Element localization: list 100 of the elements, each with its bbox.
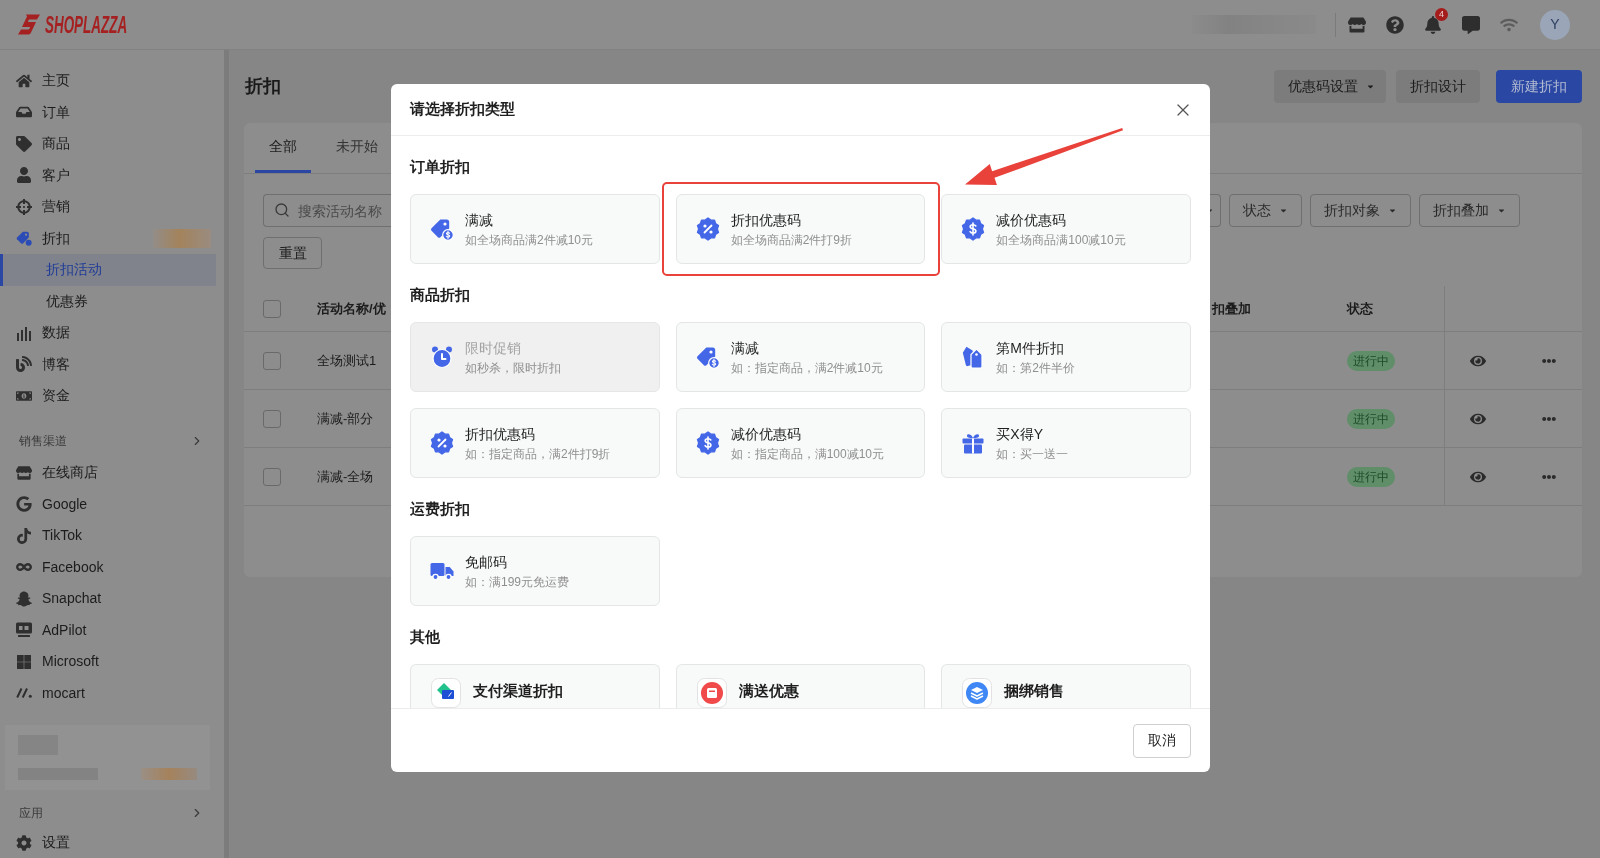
discount-type-card[interactable]: 折扣优惠码 如全场商品满2件打9折	[675, 194, 926, 264]
option-description: 如：指定商品，满100减10元	[730, 445, 885, 463]
option-description: 如全场商品满100减10元	[996, 231, 1126, 249]
option-description: 如：买一送一	[996, 445, 1069, 463]
option-description: 如：第2件半价	[996, 359, 1075, 377]
sidebar-item[interactable]: 商品	[0, 128, 216, 160]
settings-icon	[16, 834, 32, 851]
discount-type-card[interactable]: 捆绑销售	[941, 664, 1191, 708]
discount-type-card[interactable]: 减价优惠码 如：指定商品，满100减10元	[675, 408, 926, 478]
sidebar-item[interactable]: Microsoft	[0, 646, 216, 678]
option-title: 支付渠道折扣	[473, 681, 563, 701]
column-header: 扣叠加	[1212, 299, 1251, 318]
option-description: 如：指定商品，满2件减10元	[730, 359, 883, 377]
sidebar-item[interactable]: 客户	[0, 159, 216, 191]
sidebar-item[interactable]: 订单	[0, 96, 216, 128]
gift-icon	[961, 431, 986, 455]
filter-dropdown[interactable]: 折扣叠加	[1419, 194, 1520, 227]
sidebar-item[interactable]: mocart	[0, 677, 216, 709]
discount-type-card[interactable]: 买X得Y 如：买一送一	[941, 408, 1191, 478]
tab[interactable]: 全部	[255, 123, 311, 173]
sidebar-item[interactable]: 设置	[0, 828, 216, 857]
discount-type-card[interactable]: 减价优惠码 如全场商品满100减10元	[941, 194, 1191, 264]
letter-g-icon	[16, 496, 32, 513]
logo-icon[interactable]	[18, 14, 40, 35]
checkbox[interactable]	[263, 467, 281, 486]
sidebar-item[interactable]: AdPilot	[0, 614, 216, 646]
section-title: 订单折扣	[410, 157, 470, 177]
dialog-title: 请选择折扣类型	[410, 99, 515, 120]
music-note-icon	[16, 527, 32, 544]
discount-type-card[interactable]: 免邮码 如：满199元免运费	[410, 536, 660, 606]
sidebar-item[interactable]: 资金	[0, 380, 216, 412]
crosshair-icon	[16, 198, 32, 215]
sidebar-item[interactable]: 折扣	[0, 222, 216, 254]
bell-icon[interactable]	[1424, 15, 1442, 34]
discount-type-card[interactable]: 支付渠道折扣	[410, 664, 660, 708]
checkbox[interactable]	[263, 299, 281, 318]
tag-icon	[16, 135, 32, 152]
sidebar-item[interactable]: 数据	[0, 317, 216, 349]
action-button[interactable]: 折扣设计	[1396, 70, 1480, 103]
section-title: 运费折扣	[410, 499, 470, 519]
percent-badge-icon	[695, 217, 720, 241]
sidebar-item[interactable]: 营销	[0, 191, 216, 223]
tab[interactable]: 未开始	[322, 123, 392, 173]
discount-type-card[interactable]: 满送优惠	[675, 664, 926, 708]
option-title: 满减	[465, 210, 494, 230]
checkbox[interactable]	[263, 409, 281, 428]
section-header[interactable]: 销售渠道	[0, 425, 216, 457]
status-badge: 进行中	[1347, 350, 1395, 371]
four-squares-icon	[16, 653, 32, 670]
ghost-icon	[16, 590, 32, 607]
column-header: 状态	[1347, 299, 1373, 318]
bar-chart-icon	[16, 324, 32, 341]
sidebar-item[interactable]: Facebook	[0, 551, 216, 583]
filter-dropdown[interactable]: 状态	[1229, 194, 1302, 227]
sidebar-item[interactable]: 博客	[0, 348, 216, 380]
option-title: 满减	[730, 338, 760, 358]
sidebar-item[interactable]: 主页	[0, 65, 216, 97]
search-field[interactable]: 搜索活动名称	[263, 194, 391, 227]
section-title: 其他	[410, 627, 440, 647]
section-title: 商品折扣	[410, 285, 470, 305]
dollar-tag-icon	[695, 345, 720, 369]
alarm-clock-icon	[430, 345, 454, 369]
sidebar-item[interactable]: 在线商店	[0, 457, 216, 489]
help-icon[interactable]	[1386, 15, 1404, 34]
option-title: 折扣优惠码	[730, 210, 802, 230]
option-title: 免邮码	[465, 552, 508, 572]
checkbox[interactable]	[263, 351, 281, 370]
option-description: 如全场商品满2件打9折	[730, 231, 852, 249]
primary-button[interactable]: 新建折扣	[1496, 70, 1582, 103]
blog-icon	[16, 356, 32, 373]
notification-badge: 4	[1435, 7, 1448, 21]
discount-type-card[interactable]: 第M件折扣 如：第2件半价	[941, 322, 1191, 392]
column-header: 活动名称/优	[317, 299, 386, 318]
filter-dropdown[interactable]: 折扣对象	[1310, 194, 1411, 227]
status-badge: 进行中	[1347, 408, 1395, 429]
reset-button[interactable]: 重置	[263, 237, 322, 269]
option-title: 满送优惠	[738, 681, 799, 701]
activity-name: 全场测试1	[317, 351, 377, 370]
percent-badge-icon	[430, 431, 454, 455]
avatar[interactable]: Y	[1540, 9, 1570, 40]
discount-type-card[interactable]: 折扣优惠码 如：指定商品，满2件打9折	[410, 408, 660, 478]
section-header[interactable]: 应用	[0, 797, 216, 829]
discount-type-card[interactable]: 满减 如：指定商品，满2件减10元	[675, 322, 926, 392]
cancel-button[interactable]: 取消	[1133, 723, 1191, 758]
sidebar-item[interactable]: 折扣活动	[0, 254, 216, 286]
sidebar-item[interactable]: TikTok	[0, 520, 216, 552]
discount-type-card[interactable]: 满减 如全场商品满2件减10元	[410, 194, 660, 264]
sidebar-item[interactable]: 优惠券	[0, 285, 216, 317]
user-icon	[16, 167, 32, 184]
chat-icon[interactable]	[1462, 15, 1480, 34]
dropdown-button[interactable]: 优惠码设置	[1274, 70, 1386, 103]
activity-name: 满减-部分	[317, 409, 374, 428]
dollar-tag-icon	[430, 217, 454, 241]
store-icon[interactable]	[1348, 15, 1366, 34]
option-title: 买X得Y	[996, 424, 1044, 444]
ad-tile-icon	[16, 622, 32, 639]
option-title: 减价优惠码	[996, 210, 1068, 230]
sidebar-item[interactable]: Snapchat	[0, 583, 216, 615]
sidebar-item[interactable]: Google	[0, 488, 216, 520]
dollar-badge-icon	[961, 217, 986, 241]
